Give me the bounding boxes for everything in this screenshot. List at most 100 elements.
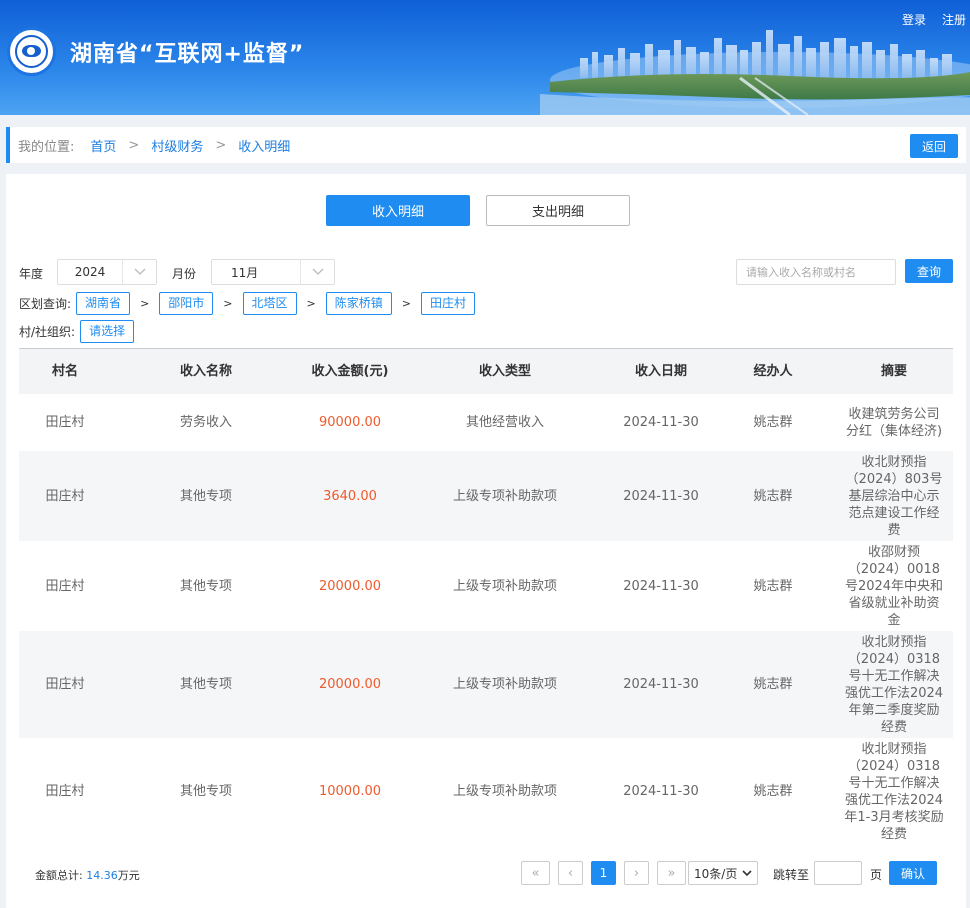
- cell-type: 上级专项补助款项: [452, 677, 557, 692]
- table-header: 村名 收入名称 收入金额(元) 收入类型 收入日期 经办人 摘要: [19, 349, 953, 394]
- cell-date: 2024-11-30: [623, 488, 699, 504]
- table-row: 田庄村 劳务收入 90000.00 其他经营收入 2024-11-30 姚志群 …: [19, 394, 953, 451]
- cell-date: 2024-11-30: [623, 415, 699, 430]
- register-link[interactable]: 注册: [942, 11, 966, 28]
- cell-summary: 收北财预指（2024）803号基层综治中心示范点建设工作经费: [845, 454, 943, 538]
- region-separator: >: [306, 296, 316, 310]
- region-label: 区划查询:: [19, 296, 72, 311]
- site-title: 湖南省“互联网+监督”: [70, 42, 305, 67]
- cell-income-name: 其他专项: [179, 677, 232, 692]
- year-value: 2024: [74, 265, 106, 279]
- page-size-select[interactable]: 10条/页: [688, 861, 758, 885]
- cell-summary: 收北财预指（2024）0318号十无工作解决强优工作法2024年第二季度奖励经费: [844, 634, 944, 735]
- cell-income-name: 其他专项: [179, 578, 232, 594]
- region-separator: >: [223, 296, 233, 310]
- cell-village: 田庄村: [45, 784, 85, 799]
- chevron-down-icon: [122, 260, 156, 284]
- search-input[interactable]: [736, 259, 896, 285]
- month-value: 11月: [231, 265, 259, 280]
- cell-village: 田庄村: [45, 578, 85, 594]
- region-tag-village[interactable]: 田庄村: [420, 291, 475, 315]
- cell-handler: 姚志群: [753, 784, 793, 799]
- breadcrumb-separator: >: [128, 137, 140, 153]
- table-row: 田庄村 其他专项 3640.00 上级专项补助款项 2024-11-30 姚志群…: [19, 451, 953, 541]
- back-button[interactable]: 返回: [910, 134, 958, 158]
- region-filter: 区划查询: 湖南省 > 邵阳市 > 北塔区 > 陈家桥镇 > 田庄村: [19, 291, 475, 315]
- top-links: 登录 注册: [902, 11, 966, 28]
- cell-income-name: 劳务收入: [179, 415, 232, 430]
- cell-type: 上级专项补助款项: [452, 578, 557, 594]
- cell-date: 2024-11-30: [623, 578, 699, 594]
- cell-summary: 收北财预指（2024）0318号十无工作解决强优工作法2024年1-3月考核奖励…: [844, 741, 944, 842]
- header-handler: 经办人: [753, 364, 793, 379]
- breadcrumb-village-finance[interactable]: 村级财务: [151, 136, 203, 155]
- page-size-value: 10条/页: [694, 866, 738, 881]
- cell-amount: 20000.00: [318, 578, 382, 594]
- org-label: 村/社组织:: [19, 324, 76, 339]
- pagination: « ‹ 1 › »: [521, 861, 694, 885]
- cell-handler: 姚志群: [753, 415, 793, 430]
- region-tag-district[interactable]: 北塔区: [242, 291, 297, 315]
- table-row: 田庄村 其他专项 20000.00 上级专项补助款项 2024-11-30 姚志…: [19, 541, 953, 631]
- breadcrumb: 我的位置: 首页 > 村级财务 > 收入明细 返回: [6, 127, 966, 163]
- header-type: 收入类型: [478, 364, 531, 379]
- jump-page-input[interactable]: [814, 861, 862, 885]
- org-select-button[interactable]: 请选择: [80, 319, 135, 343]
- year-label: 年度: [19, 267, 44, 281]
- login-link[interactable]: 登录: [902, 11, 926, 28]
- cell-handler: 姚志群: [753, 578, 793, 594]
- region-tag-city[interactable]: 邵阳市: [159, 291, 214, 315]
- cell-handler: 姚志群: [753, 488, 793, 504]
- first-page-icon[interactable]: «: [521, 861, 550, 885]
- cell-type: 上级专项补助款项: [452, 784, 557, 799]
- tab-expense-detail[interactable]: 支出明细: [486, 195, 630, 226]
- month-label: 月份: [172, 267, 197, 281]
- year-select[interactable]: 2024: [57, 259, 157, 285]
- org-filter: 村/社组织: 请选择: [19, 319, 135, 343]
- header-income-name: 收入名称: [179, 364, 232, 379]
- cell-summary: 收邵财预（2024）0018号2024年中央和省级就业补助资金: [844, 544, 944, 628]
- header-date: 收入日期: [634, 364, 687, 379]
- confirm-button[interactable]: 确认: [889, 861, 937, 885]
- chevron-down-icon: [742, 869, 752, 876]
- site-header: 湖南省“互联网+监督” 登录 注册: [0, 0, 970, 115]
- total-unit: 万元: [117, 869, 140, 882]
- income-table: 村名 收入名称 收入金额(元) 收入类型 收入日期 经办人 摘要 田庄村 劳务收…: [19, 348, 953, 845]
- cell-amount: 20000.00: [318, 677, 382, 692]
- total-label: 金额总计:: [35, 869, 83, 882]
- cell-type: 其他经营收入: [465, 415, 544, 430]
- table-row: 田庄村 其他专项 10000.00 上级专项补助款项 2024-11-30 姚志…: [19, 738, 953, 845]
- cell-village: 田庄村: [45, 415, 85, 430]
- amount-total: 金额总计: 14.36万元: [35, 867, 140, 883]
- next-page-icon[interactable]: ›: [624, 861, 649, 885]
- cell-summary: 收建筑劳务公司分红（集体经济): [845, 406, 943, 439]
- last-page-icon[interactable]: »: [657, 861, 686, 885]
- header-summary: 摘要: [880, 364, 907, 379]
- query-button[interactable]: 查询: [905, 259, 953, 283]
- month-select[interactable]: 11月: [211, 259, 335, 285]
- region-separator: >: [401, 296, 411, 310]
- region-separator: >: [140, 296, 150, 310]
- cell-income-name: 其他专项: [179, 784, 232, 799]
- jump-label: 跳转至: [773, 868, 810, 882]
- region-tag-town[interactable]: 陈家桥镇: [325, 291, 392, 315]
- breadcrumb-separator: >: [215, 137, 227, 153]
- table-row: 田庄村 其他专项 20000.00 上级专项补助款项 2024-11-30 姚志…: [19, 631, 953, 738]
- cell-amount: 90000.00: [318, 415, 382, 430]
- tab-income-detail[interactable]: 收入明细: [326, 195, 470, 226]
- cell-village: 田庄村: [45, 488, 85, 504]
- page-1-button[interactable]: 1: [591, 861, 616, 885]
- cell-amount: 10000.00: [318, 784, 382, 799]
- page-unit-label: 页: [870, 868, 883, 882]
- cell-type: 上级专项补助款项: [452, 488, 557, 504]
- prev-page-icon[interactable]: ‹: [558, 861, 583, 885]
- header-amount: 收入金额(元): [311, 364, 389, 379]
- chevron-down-icon: [300, 260, 334, 284]
- region-tag-province[interactable]: 湖南省: [76, 291, 131, 315]
- breadcrumb-income-detail[interactable]: 收入明细: [238, 136, 290, 155]
- main-panel: 收入明细 支出明细 年度 2024 月份 11月 查询 区划查询: 湖南省 > …: [6, 174, 966, 908]
- cell-village: 田庄村: [45, 677, 85, 692]
- total-value: 14.36: [86, 869, 118, 882]
- breadcrumb-home[interactable]: 首页: [90, 136, 116, 155]
- cell-handler: 姚志群: [753, 677, 793, 692]
